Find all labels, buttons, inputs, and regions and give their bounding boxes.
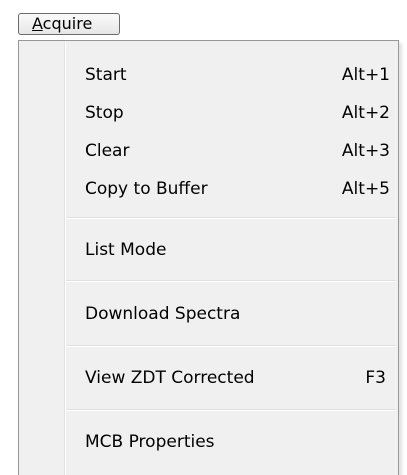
acquire-dropdown-menu: Start Alt+1 Stop Alt+2 Clear Alt+3 Copy … [18, 40, 399, 475]
menu-item-label: Copy to Buffer [85, 179, 208, 199]
menubar: Acquire [0, 0, 407, 40]
menu-item-shortcut: Alt+5 [341, 179, 390, 199]
menu-item-label: MCB Properties [85, 432, 215, 452]
menu-item-shortcut: Alt+2 [341, 103, 390, 123]
menu-item-copy-to-buffer[interactable]: Copy to Buffer Alt+5 [19, 170, 398, 208]
menu-separator [66, 217, 396, 219]
menu-item-label: List Mode [85, 240, 167, 260]
menu-item-label: Download Spectra [85, 304, 241, 324]
acquire-label: cquire [42, 14, 93, 33]
menu-item-stop[interactable]: Stop Alt+2 [19, 94, 398, 132]
menu-item-list-mode[interactable]: List Mode [19, 231, 398, 269]
menu-item-shortcut: Alt+3 [341, 141, 390, 161]
menu-item-shortcut: Alt+1 [341, 65, 390, 85]
menu-item-download-spectra[interactable]: Download Spectra [19, 295, 398, 333]
menu-item-start[interactable]: Start Alt+1 [19, 56, 398, 94]
menu-item-clear[interactable]: Clear Alt+3 [19, 132, 398, 170]
menu-item-view-zdt-corrected[interactable]: View ZDT Corrected F3 [19, 359, 398, 397]
menu-item-shortcut: F3 [365, 368, 386, 388]
menu-item-label: Stop [85, 103, 124, 123]
acquire-mnemonic: A [32, 14, 43, 33]
menu-item-label: Clear [85, 141, 130, 161]
menu-item-mcb-properties[interactable]: MCB Properties [19, 423, 398, 461]
menu-separator [66, 409, 396, 411]
acquire-menu-button[interactable]: Acquire [18, 13, 120, 35]
menu-separator [66, 280, 396, 282]
menu-item-label: Start [85, 65, 127, 85]
menu-item-label: View ZDT Corrected [85, 368, 255, 388]
menu-separator [66, 345, 396, 347]
